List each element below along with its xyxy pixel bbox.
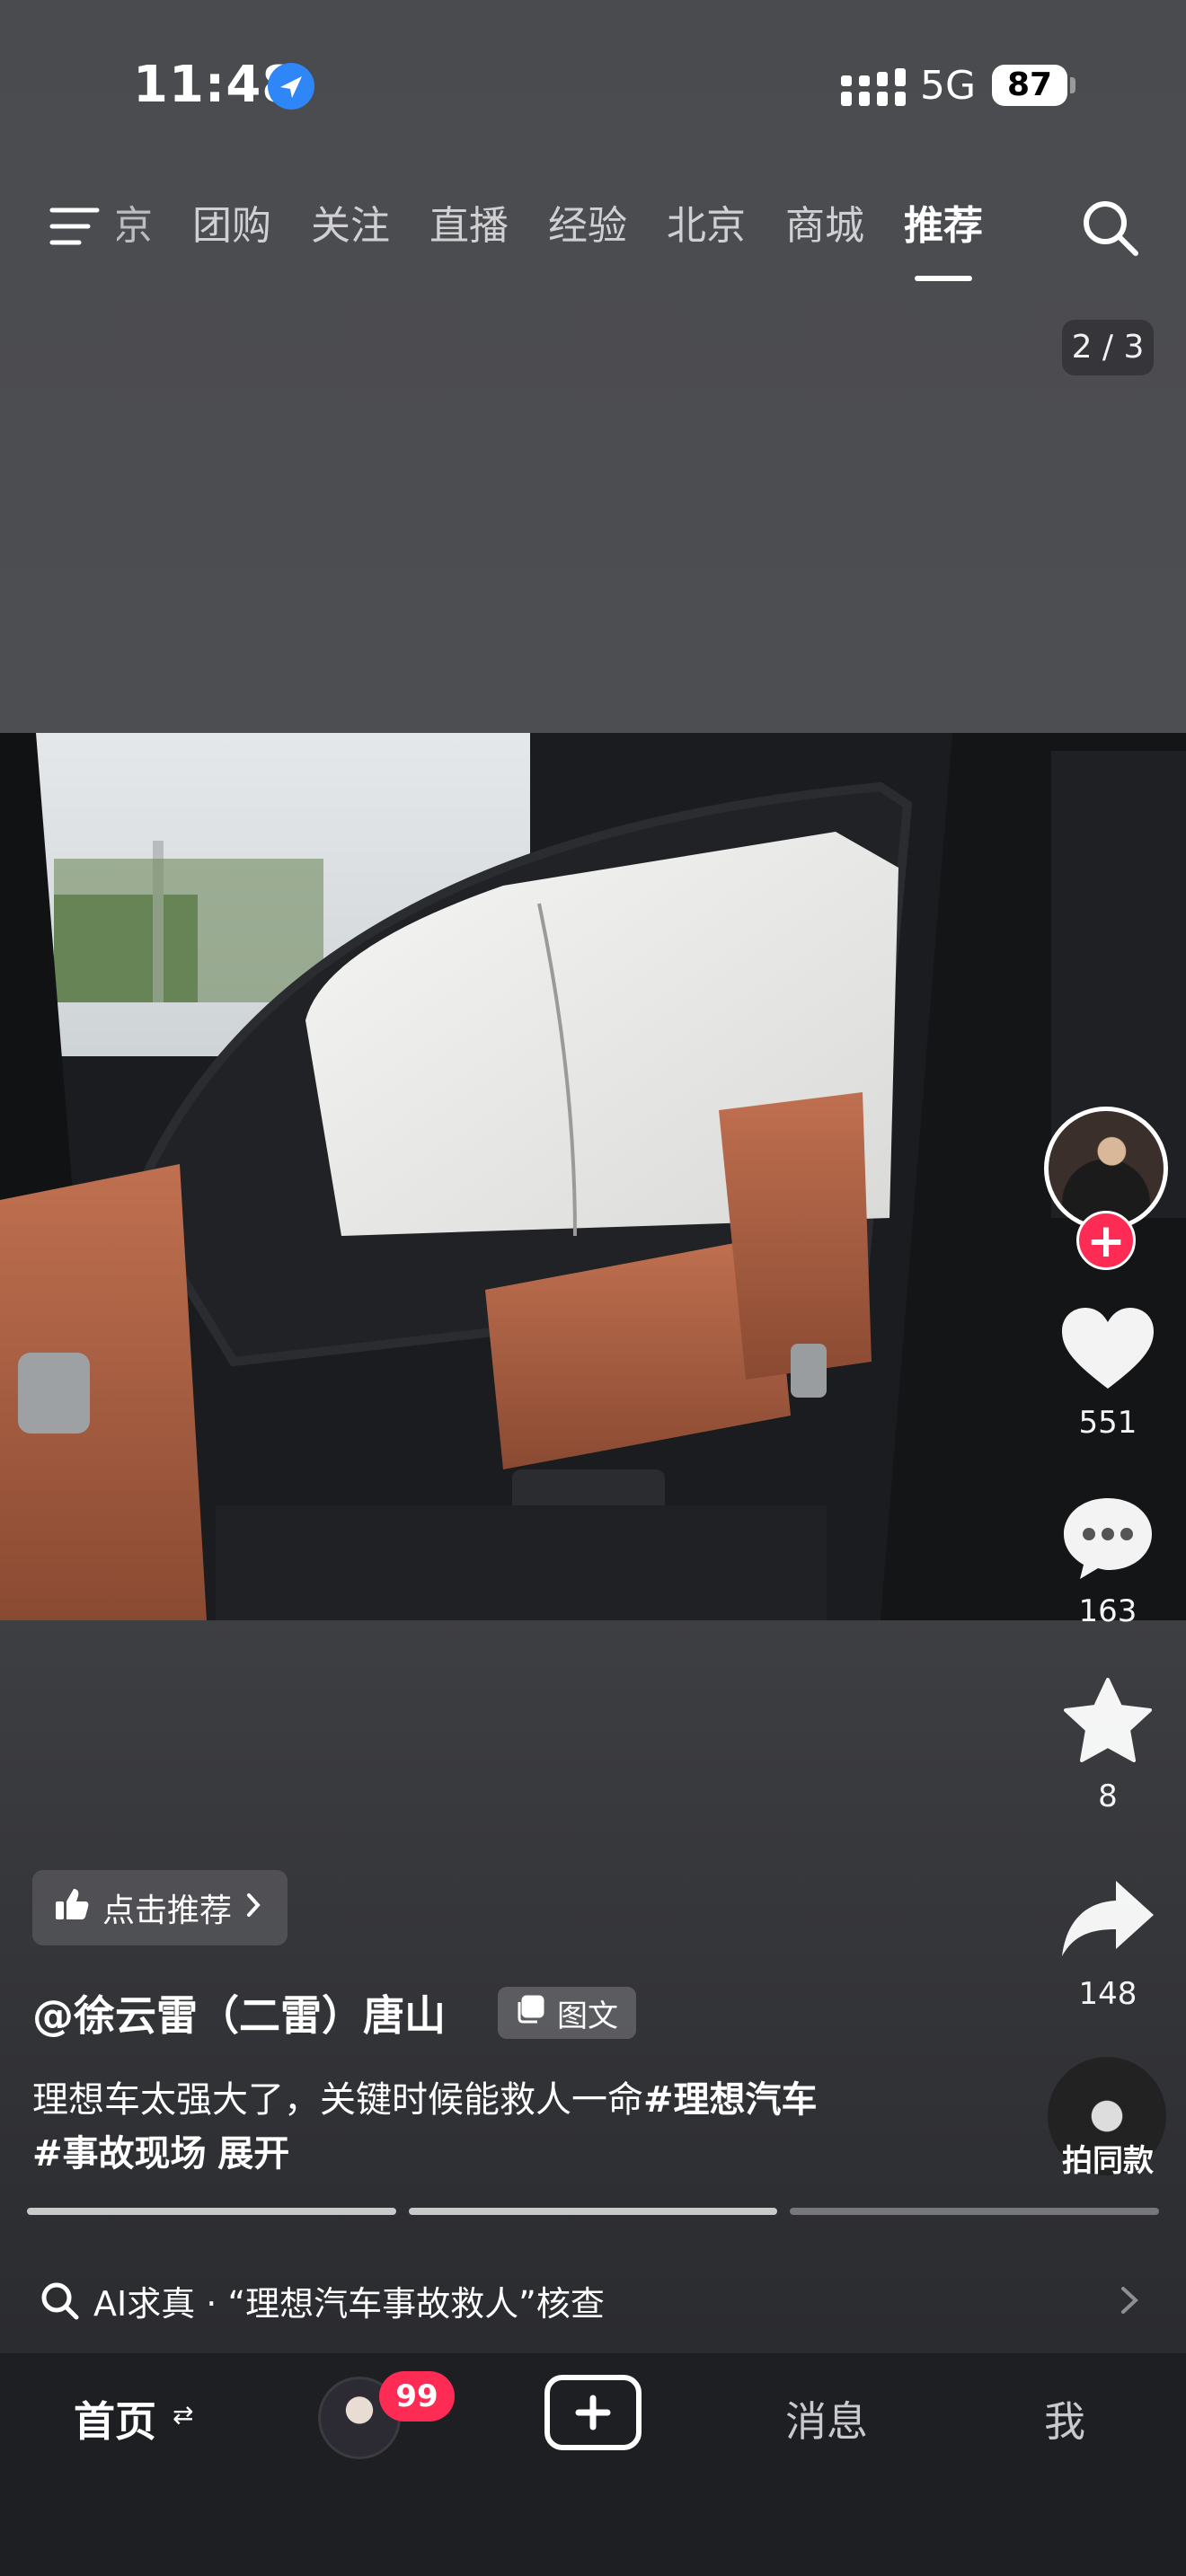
comment-bubble-icon[interactable] (1057, 1493, 1159, 1583)
favorite-count: 8 (1098, 1778, 1118, 1814)
location-arrow-icon (268, 63, 314, 110)
post-description: 理想车太强大了，关键时候能救人一命#理想汽车 #事故现场 展开 (32, 2073, 1003, 2181)
tab-beijing[interactable]: 北京 (667, 193, 746, 265)
description-text: 理想车太强大了，关键时候能救人一命 (32, 2079, 643, 2121)
post-type-label: 图文 (557, 1998, 618, 2034)
tab-mall[interactable]: 商城 (785, 193, 864, 265)
progress-segment (27, 2208, 396, 2215)
nav-me[interactable]: 我 (1044, 2389, 1085, 2448)
thumbs-up-icon (54, 1887, 90, 1929)
nav-home[interactable]: 首页 (74, 2389, 156, 2448)
expand-link[interactable]: 展开 (217, 2133, 289, 2175)
chevron-right-icon (244, 1890, 262, 1927)
follow-plus-button[interactable]: + (1076, 1211, 1136, 1270)
favorite-star-icon[interactable] (1057, 1676, 1159, 1766)
battery-level: 87 (992, 65, 1067, 106)
tab-group-buy[interactable]: 团购 (192, 193, 271, 265)
top-tabs: 京 团购 关注 直播 经验 北京 商城 推荐 (117, 193, 983, 281)
post-type-badge: 图文 (498, 1987, 636, 2039)
tab-recommend[interactable]: 推荐 (904, 193, 983, 281)
ai-fact-check-bar[interactable]: AI求真 · “理想汽车事故救人”核查 (0, 2254, 1186, 2346)
recommend-chip[interactable]: 点击推荐 (32, 1870, 288, 1945)
menu-icon[interactable] (47, 205, 102, 248)
tab-experience[interactable]: 经验 (548, 193, 627, 265)
comment-count: 163 (1078, 1593, 1137, 1629)
swap-arrows-icon[interactable]: ⇄ (173, 2400, 193, 2430)
cellular-signal-icon (841, 68, 906, 108)
like-count: 551 (1078, 1405, 1137, 1441)
chevron-right-icon (1112, 2281, 1145, 2319)
share-count: 148 (1078, 1976, 1137, 2012)
like-heart-icon[interactable] (1057, 1304, 1159, 1394)
same-style-label[interactable]: 拍同款 (1040, 2136, 1175, 2180)
search-icon (38, 2279, 81, 2322)
recommend-chip-label: 点击推荐 (102, 1892, 233, 1929)
ai-fact-check-text: AI求真 · “理想汽车事故救人”核查 (93, 2283, 605, 2324)
share-arrow-icon[interactable] (1057, 1874, 1159, 1963)
network-type: 5G (920, 63, 977, 109)
image-progress-bar (27, 2208, 1160, 2215)
post-photo[interactable] (0, 733, 1186, 1631)
progress-segment (408, 2208, 778, 2215)
tab-following[interactable]: 关注 (311, 193, 390, 265)
hashtag-accident-scene[interactable]: #事故现场 (32, 2133, 207, 2175)
tab-partial[interactable]: 京 (117, 193, 153, 265)
tab-live[interactable]: 直播 (429, 193, 509, 265)
nav-messages[interactable]: 消息 (785, 2389, 868, 2448)
friends-badge: 99 (379, 2371, 455, 2422)
image-page-indicator: 2 / 3 (1062, 320, 1154, 375)
battery-tip (1070, 77, 1075, 93)
hashtag-li-auto[interactable]: #理想汽车 (643, 2079, 818, 2121)
author-name[interactable]: @徐云雷（二雷）唐山 (32, 1983, 446, 2042)
search-icon[interactable] (1078, 196, 1141, 259)
create-plus-button[interactable] (544, 2375, 642, 2450)
image-stack-icon (516, 1995, 544, 2032)
progress-segment (790, 2208, 1160, 2215)
